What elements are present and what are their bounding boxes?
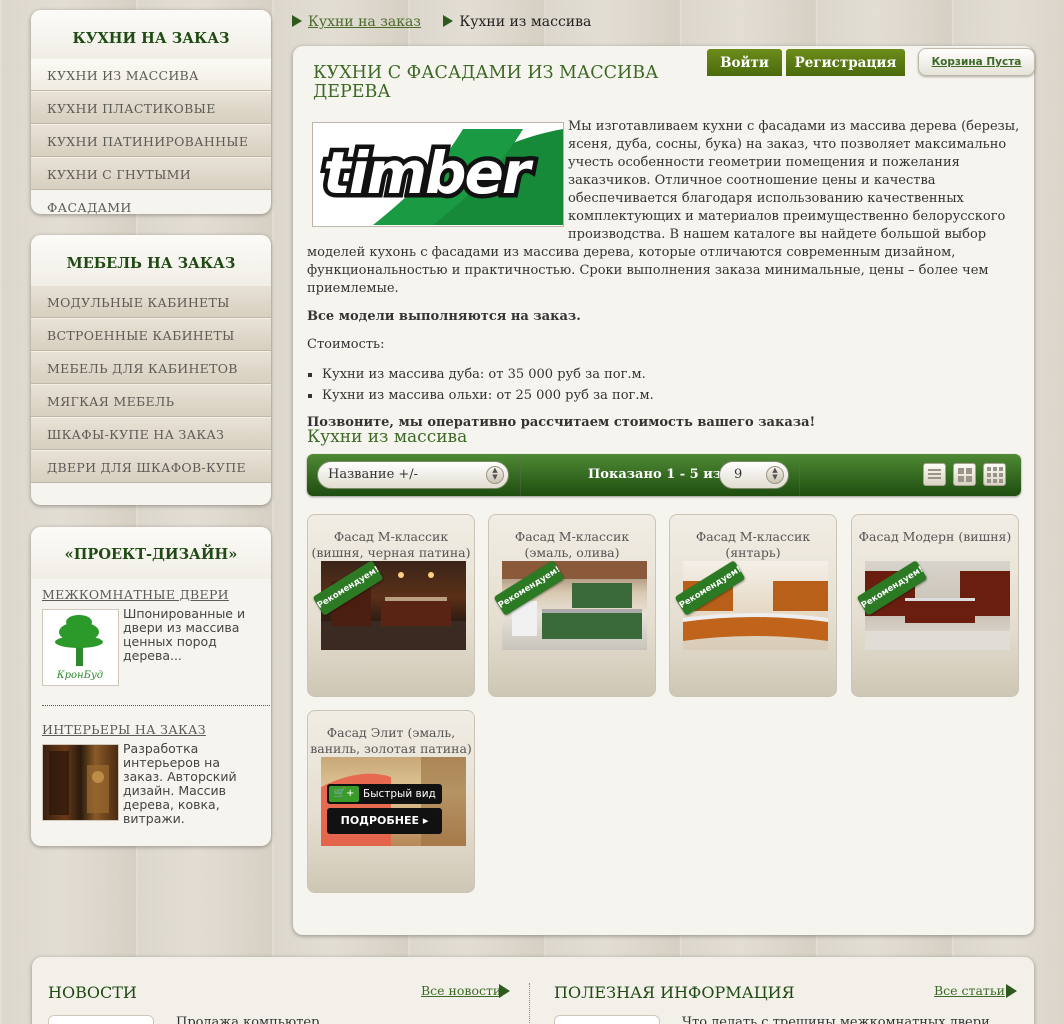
sort-value: Название +/- [328, 467, 419, 482]
page-title: КУХНИ С ФАСАДАМИ ИЗ МАССИВА ДЕРЕВА [313, 63, 659, 102]
details-button[interactable]: ПОДРОБНЕЕ ▸ [327, 808, 442, 834]
info-preview-text[interactable]: Что делать с трещины межкомнатных двери.… [682, 1015, 1002, 1024]
product-image[interactable] [502, 561, 647, 650]
all-news-link[interactable]: Все новости [421, 983, 501, 998]
per-page-value: 9 [734, 467, 743, 482]
sidebar-kitchens-title: КУХНИ НА ЗАКАЗ [31, 10, 271, 58]
product-card[interactable]: Фасад М-классик (вишня, черная патина) Р… [307, 514, 475, 697]
breadcrumb-current: Кухни из массива [459, 14, 592, 30]
breadcrumb-arrow-icon [443, 15, 454, 27]
cart-link[interactable]: Корзина Пуста [918, 48, 1035, 76]
product-title[interactable]: Фасад М-классик (эмаль, олива) [489, 529, 655, 561]
cost-label: Стоимость: [307, 337, 385, 352]
sidebar-furniture-title: МЕБЕЛЬ НА ЗАКАЗ [31, 235, 271, 285]
sort-chevron-icon: ▲ ▼ [486, 466, 504, 484]
register-button[interactable]: Регистрация [786, 49, 905, 76]
sidebar-item-soft-furniture[interactable]: МЯГКАЯ МЕБЕЛЬ [31, 384, 271, 417]
promo-doors: МЕЖКОМНАТНЫЕ ДВЕРИ КронБуд Шпонированные… [42, 587, 270, 687]
news-heading: НОВОСТИ [48, 983, 137, 1002]
promo-interiors-link[interactable]: ИНТЕРЬЕРЫ НА ЗАКАЗ [42, 722, 270, 737]
info-thumbnail[interactable] [554, 1015, 660, 1024]
list-view-icon[interactable] [923, 463, 946, 486]
timber-logo-text: timber [323, 139, 534, 207]
product-image[interactable] [683, 561, 828, 650]
promo-doors-text: Шпонированные и двери из массива ценных … [123, 606, 246, 663]
product-title[interactable]: Фасад Элит (эмаль, ваниль, золотая патин… [308, 725, 474, 757]
main-content: КУХНИ С ФАСАДАМИ ИЗ МАССИВА ДЕРЕВА Войти… [293, 46, 1035, 935]
sidebar-item-modular-cabinets[interactable]: МОДУЛЬНЫЕ КАБИНЕТЫ [31, 285, 271, 318]
toolbar-divider [520, 454, 521, 496]
sidebar-design-box: «ПРОЕКТ-ДИЗАЙН» МЕЖКОМНАТНЫЕ ДВЕРИ КронБ… [31, 527, 271, 846]
toolbar-divider [799, 454, 800, 496]
sidebar-item-patina-kitchens[interactable]: КУХНИ ПАТИНИРОВАННЫЕ [31, 124, 271, 157]
quick-view-button[interactable]: 🛒+ Быстрый вид [327, 784, 442, 804]
info-heading: ПОЛЕЗНАЯ ИНФОРМАЦИЯ [554, 983, 795, 1002]
per-page-select[interactable]: 9 ▲ ▼ [719, 461, 789, 489]
order-note: Все модели выполняются на заказ. [307, 309, 581, 324]
price-item-oak: Кухни из массива дуба: от 35 000 руб за … [322, 364, 1023, 385]
footer: НОВОСТИ Все новости ПОЛЕЗНАЯ ИНФОРМАЦИЯ … [32, 957, 1034, 1024]
kronbud-logo[interactable]: КронБуд [42, 609, 119, 686]
small-grid-view-icon[interactable] [983, 463, 1006, 486]
section-title: Кухни из массива [307, 427, 468, 447]
sidebar-item-built-in-cabinets[interactable]: ВСТРОЕННЫЕ КАБИНЕТЫ [31, 318, 271, 351]
per-page-chevron-icon: ▲ ▼ [766, 466, 784, 484]
breadcrumb-parent-link[interactable]: Кухни на заказ [308, 14, 421, 30]
product-image[interactable] [865, 561, 1010, 650]
all-articles-link[interactable]: Все статьи [934, 983, 1005, 998]
news-preview-text[interactable]: Продажа компьютер... [176, 1015, 332, 1024]
details-label: ПОДРОБНЕЕ [340, 814, 420, 827]
news-thumbnail[interactable] [48, 1015, 154, 1024]
kronbud-logo-text: КронБуд [56, 670, 103, 681]
product-image[interactable] [321, 561, 466, 650]
interior-thumbnail[interactable] [42, 744, 119, 821]
sidebar-item-curved-kitchens[interactable]: КУХНИ С ГНУТЫМИ ФАСАДАМИ [31, 157, 271, 214]
sidebar-furniture-box: МЕБЕЛЬ НА ЗАКАЗ МОДУЛЬНЫЕ КАБИНЕТЫ ВСТРО… [31, 235, 271, 505]
promo-interiors-text: Разработка интерьеров на заказ. Авторски… [123, 741, 237, 826]
arrow-right-icon[interactable] [499, 984, 510, 998]
breadcrumb: Кухни на заказ Кухни из массива [292, 14, 591, 30]
results-count: Показано 1 - 5 из 5 [588, 467, 735, 482]
promo-interiors: ИНТЕРЬЕРЫ НА ЗАКАЗ Разработка интерьеров… [42, 722, 270, 826]
footer-divider [529, 983, 530, 1024]
arrow-right-icon[interactable] [1006, 984, 1017, 998]
product-title[interactable]: Фасад М-классик (вишня, черная патина) [308, 529, 474, 561]
product-card[interactable]: Фасад М-классик (янтарь) Рекомендуем! [669, 514, 837, 697]
sidebar-item-wardrobes[interactable]: ШКАФЫ-КУПЕ НА ЗАКАЗ [31, 417, 271, 450]
cart-icon: 🛒+ [329, 786, 359, 802]
timber-logo: timber [312, 122, 564, 227]
quick-view-label: Быстрый вид [363, 788, 436, 800]
price-item-alder: Кухни из массива ольхи: от 25 000 руб за… [322, 385, 1023, 406]
product-card[interactable]: Фасад Модерн (вишня) Рекомендуем! [851, 514, 1019, 697]
sidebar-item-office-furniture[interactable]: МЕБЕЛЬ ДЛЯ КАБИНЕТОВ [31, 351, 271, 384]
catalog-toolbar: Название +/- ▲ ▼ Показано 1 - 5 из 5 9 ▲ ▼ [307, 454, 1021, 496]
promo-divider [42, 705, 270, 706]
sidebar-design-title: «ПРОЕКТ-ДИЗАЙН» [31, 527, 271, 579]
sidebar-item-plastic-kitchens[interactable]: КУХНИ ПЛАСТИКОВЫЕ [31, 91, 271, 124]
sidebar-item-wardrobe-doors[interactable]: ДВЕРИ ДЛЯ ШКАФОВ-КУПЕ [31, 450, 271, 483]
price-list: Кухни из массива дуба: от 35 000 руб за … [322, 364, 1023, 406]
product-card[interactable]: Фасад Элит (эмаль, ваниль, золотая патин… [307, 710, 475, 893]
sort-select[interactable]: Название +/- ▲ ▼ [317, 461, 509, 489]
product-title[interactable]: Фасад М-классик (янтарь) [670, 529, 836, 561]
sidebar-item-solid-wood-kitchens[interactable]: КУХНИ ИЗ МАССИВА [31, 58, 271, 91]
breadcrumb-arrow-icon [292, 15, 302, 27]
grid-view-icon[interactable] [953, 463, 976, 486]
product-card[interactable]: Фасад М-классик (эмаль, олива) Рекоменду… [488, 514, 656, 697]
promo-doors-link[interactable]: МЕЖКОМНАТНЫЕ ДВЕРИ [42, 587, 270, 602]
login-button[interactable]: Войти [707, 49, 782, 76]
sidebar-kitchens-box: КУХНИ НА ЗАКАЗ КУХНИ ИЗ МАССИВА КУХНИ ПЛ… [31, 10, 271, 214]
product-title[interactable]: Фасад Модерн (вишня) [852, 529, 1018, 545]
